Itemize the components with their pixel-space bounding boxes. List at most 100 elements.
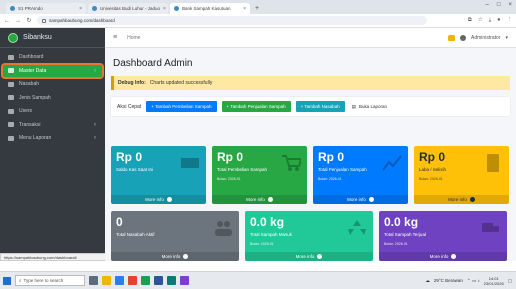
app-icon[interactable] [180, 276, 189, 285]
new-tab-button[interactable]: + [252, 3, 262, 14]
chevron-left-icon: ‹ [94, 135, 96, 141]
menu-icon[interactable]: ⋮ [507, 17, 513, 24]
arrow-circle-right-icon [368, 197, 374, 202]
sidebar-item-dashboard[interactable]: Dashboard [3, 51, 102, 63]
url-field[interactable]: sampahbaubung.com/dashboard [37, 16, 427, 25]
notification-icon[interactable] [448, 34, 456, 41]
taskbar-search-input[interactable]: ⌕ Type here to search [15, 275, 85, 286]
favicon-icon [174, 6, 179, 11]
report-icon [8, 135, 14, 141]
more-info-link[interactable]: More info [245, 252, 373, 261]
main-content: Dashboard Admin Debug Info: Charts updat… [105, 48, 516, 261]
box-value: Rp 0 [419, 150, 446, 164]
download-icon[interactable]: ⤓ [489, 17, 491, 24]
chevron-down-icon[interactable]: ▾ [505, 35, 508, 41]
translate-icon[interactable]: ⧉ [468, 17, 472, 24]
more-info-link[interactable]: More info [313, 195, 408, 204]
sidebar-item-users[interactable]: Users [3, 105, 102, 117]
word-icon[interactable] [154, 276, 163, 285]
sidebar-item-transaksi[interactable]: Transaksi ‹ [3, 119, 102, 131]
star-icon[interactable]: ☆ [478, 17, 483, 24]
close-icon[interactable]: × [163, 6, 166, 12]
hamburger-menu-icon[interactable]: ≡ [113, 34, 117, 41]
reload-icon[interactable]: ↻ [26, 17, 32, 24]
chart-line-icon [382, 155, 402, 171]
more-info-label: More info [145, 197, 164, 202]
browser-tab-active[interactable]: Bank Sampah Kasutuan × [170, 3, 250, 14]
taskbar-clock[interactable]: 14:01 23/01/2026 [484, 276, 504, 286]
weather-icon[interactable]: ☁ [425, 278, 430, 284]
close-window-icon[interactable]: × [508, 2, 512, 8]
search-icon: ⌕ [19, 278, 22, 283]
button-label: + Tambah Nasabah [300, 104, 340, 109]
button-label: + Tambah Penjualan Sampah [226, 104, 286, 109]
page-title: Dashboard Admin [113, 58, 193, 69]
sidebar-item-label: Menu Laporan [19, 135, 52, 141]
box-label: Laba / Selisih [419, 167, 447, 172]
url-text: sampahbaubung.com/dashboard [49, 18, 115, 23]
browser-tab[interactable]: S1 PRAIndo × [6, 3, 86, 14]
close-icon[interactable]: × [79, 6, 82, 12]
sidebar-item-master-data[interactable]: Master Data ‹ [1, 62, 104, 79]
home-link[interactable]: Home [127, 35, 140, 41]
user-menu[interactable]: Administrator [471, 35, 500, 41]
back-icon[interactable]: ← [4, 18, 10, 24]
more-info-link[interactable]: More info [379, 252, 507, 261]
info-box-profit: Rp 0 Laba / Selisih Bulan: 2026-01 More … [414, 146, 509, 204]
more-info-label: More info [295, 254, 315, 259]
box-value: Rp 0 [116, 150, 143, 164]
favicon-icon [92, 6, 97, 11]
more-info-link[interactable]: More info [111, 195, 206, 204]
task-view-icon[interactable] [89, 276, 98, 285]
sidebar-item-label: Nasabah [19, 81, 40, 87]
browser-tab-bar: S1 PRAIndo × Univesitas Budi Luhur - Jadu… [0, 0, 516, 14]
sidebar-item-label: Jenis Sampah [19, 94, 51, 101]
stats-row-2: 0 Total Nasabah Aktif More info 0.0 kg T… [111, 211, 507, 261]
weather-text[interactable]: 29°C Berawan [434, 278, 463, 283]
file-explorer-icon[interactable] [102, 276, 111, 285]
open-report-button[interactable]: ▤ Buka Laporan [350, 101, 389, 112]
box-value: Rp 0 [318, 150, 345, 164]
box-subtext: Bulan: 2026-01 [217, 177, 241, 181]
user-icon [8, 108, 14, 114]
sidebar-item-nasabah[interactable]: Nasabah [3, 78, 102, 90]
minimize-icon[interactable]: – [486, 2, 489, 8]
sidebar-item-label: Transaksi [19, 121, 41, 128]
browser-tab[interactable]: Univesitas Budi Luhur - Jaduo × [88, 3, 168, 14]
chrome-browser-icon[interactable] [128, 276, 137, 285]
sidebar-item-menu-laporan[interactable]: Menu Laporan ‹ [3, 132, 102, 144]
add-customer-button[interactable]: + Tambah Nasabah [295, 101, 345, 112]
box-label: Total Penjualan Sampah [318, 167, 367, 172]
box-label: Total Nasabah Aktif [116, 232, 155, 237]
add-purchase-button[interactable]: + Tambah Pembelian Sampah [146, 101, 217, 112]
info-box-active-customers: 0 Total Nasabah Aktif More info [111, 211, 239, 261]
maximize-icon[interactable]: □ [497, 2, 501, 8]
tab-label: Univesitas Budi Luhur - Jaduo [100, 6, 161, 11]
app-icon[interactable] [167, 276, 176, 285]
tray-icons[interactable]: ⌃ ▭ ♪ [467, 278, 480, 284]
profile-icon[interactable]: ● [497, 17, 500, 24]
more-info-link[interactable]: More info [414, 195, 509, 204]
sidebar-item-jenis-sampah[interactable]: Jenis Sampah [3, 92, 102, 104]
more-info-link[interactable]: More info [111, 252, 239, 261]
brand[interactable]: Sibanksu [0, 28, 105, 48]
clock-date: 23/01/2026 [483, 280, 504, 286]
windows-start-icon[interactable] [3, 276, 11, 285]
box-label: Saldo Kas Saat Ini [116, 167, 154, 172]
brand-name: Sibanksu [23, 34, 52, 41]
notification-center-icon[interactable]: ▢ [508, 278, 512, 284]
stats-row-1: Rp 0 Saldo Kas Saat Ini More info Rp 0 T… [111, 146, 509, 204]
sidebar-item-label: Dashboard [19, 54, 44, 60]
forward-icon[interactable]: → [15, 18, 21, 24]
address-bar: ← → ↻ sampahbaubung.com/dashboard ⧉ ☆ ⤓ … [0, 14, 516, 28]
info-box-waste-in: 0.0 kg Total Sampah Masuk Bulan: 2026-01… [245, 211, 373, 261]
browser-actions: ⧉ ☆ ⤓ ● ⋮ [468, 17, 512, 24]
excel-icon[interactable] [141, 276, 150, 285]
edge-browser-icon[interactable] [115, 276, 124, 285]
box-value: Rp 0 [217, 150, 244, 164]
add-sale-button[interactable]: + Tambah Penjualan Sampah [221, 101, 291, 112]
more-info-link[interactable]: More info [212, 195, 307, 204]
more-info-label: More info [429, 254, 449, 259]
arrow-circle-right-icon [166, 197, 172, 202]
close-icon[interactable]: × [243, 6, 246, 12]
